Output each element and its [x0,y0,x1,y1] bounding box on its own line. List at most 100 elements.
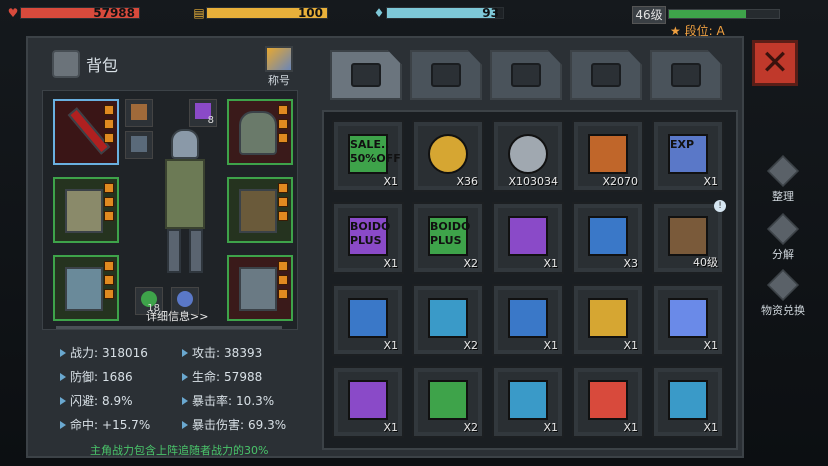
triangle-icon [182,372,188,381]
item-label: PLUS [430,234,462,247]
inventory-slot[interactable]: X1 [492,202,564,274]
pants-slot[interactable] [227,255,293,321]
exchange-label: 物资兑换 [761,304,805,317]
stat-value: 57988 [224,369,263,384]
inventory-slot[interactable]: X2070 [572,120,644,192]
item-count: X1 [623,339,638,352]
character-leg [189,229,203,273]
inventory-slot[interactable]: X1 [332,284,404,356]
exchange-icon [767,269,799,301]
inventory-slot[interactable]: X1 [572,366,644,438]
game-screen: ♥ 57988 ▤ 100 ♦ 93 46级 ★ 段位: A 背包 称号 8 1… [0,0,828,466]
gloves-icon [239,189,277,233]
energy-bar: 100 [206,6,328,20]
stat-value: 38393 [224,345,263,360]
level-label: 46级 [632,6,666,24]
inventory-slot[interactable]: BOIDO PLUS X1 [332,202,404,274]
green-device-icon [428,380,468,420]
energy-stat: ▤ 100 [192,6,328,20]
armor-slot[interactable] [53,177,119,243]
tab-medkit[interactable] [410,50,482,100]
inventory-slot[interactable]: X2 [412,284,484,356]
inventory-slot[interactable]: X36 [412,120,484,192]
gem-icon [104,119,114,129]
status-bar: ♥ 57988 ▤ 100 ♦ 93 46级 ★ 段位: A [0,0,828,38]
water-drop-icon: ♦ [373,6,385,20]
xp-fill [669,10,746,18]
electric-grenade-icon [668,298,708,338]
accessory-slot[interactable] [125,99,153,127]
item-label: SALE.. [350,138,390,151]
detail-info-link[interactable]: 详细信息>> [146,308,208,324]
blue-device-icon [348,298,388,338]
inventory-slot[interactable]: EXP X1 [652,120,724,192]
hp-bar: 57988 [20,6,140,20]
inventory-slot[interactable]: 40级! [652,200,726,274]
decompose-icon [767,213,799,245]
gem-icon [104,211,114,221]
gem-icon [104,133,114,143]
tab-material[interactable] [650,50,722,100]
chip-slot[interactable]: 8 [189,99,217,127]
inventory-slot[interactable]: X1 [492,284,564,356]
helmet-slot[interactable] [227,99,293,165]
backpack-icon [351,63,381,87]
tab-weapon[interactable] [570,50,642,100]
gloves-slot[interactable] [227,177,293,243]
stat-label: 战力: [70,346,99,360]
inventory-slot[interactable]: BOIDO PLUS X2 [412,202,484,274]
inventory-slot[interactable]: X1 [652,366,724,438]
decompose-button[interactable]: 分解 [756,213,810,262]
stat-value: 8.9% [102,393,133,408]
character-head [171,129,199,159]
title-button-label: 称号 [268,74,290,87]
backpack-icon [52,50,80,78]
stat-value: 318016 [102,345,148,360]
triangle-icon [182,396,188,405]
exchange-button[interactable]: 物资兑换 [756,269,810,318]
stat-value: 69.3% [248,417,287,432]
inventory-slot[interactable]: X103034 [492,120,564,192]
character-section: 背包 称号 8 18 详细信息>> 战力: 318016 攻击: 38393 防… [36,40,304,457]
gem-icon [278,105,288,115]
grid-icon [767,155,799,187]
item-count: X36 [456,175,478,188]
inventory-slot[interactable]: X1 [572,284,644,356]
gem-icon [278,289,288,299]
title-button[interactable]: 称号 [262,46,296,88]
triangle-icon [182,348,188,357]
inventory-slot[interactable]: SALE.. 50%OFF X1 [332,120,404,192]
pants-icon [239,267,277,311]
close-button[interactable]: ✕ [752,40,798,86]
item-count: X1 [543,421,558,434]
purple-crate-icon [508,216,548,256]
item-label: BOIDO [430,220,471,233]
sort-button[interactable]: 整理 [756,155,810,204]
stat-row: 战力: 318016 [60,344,148,361]
inventory-slot[interactable]: X1 [332,366,404,438]
armor-icon [511,63,541,87]
item-count: X1 [383,421,398,434]
weapon-slot[interactable] [53,99,119,165]
gear-part-icon [131,104,147,120]
gem-icon [278,211,288,221]
boots-slot[interactable] [53,255,119,321]
inventory-slot[interactable]: X1 [652,284,724,356]
item-count: X3 [623,257,638,270]
tab-armor[interactable] [490,50,562,100]
item-count: X1 [703,339,718,352]
inventory-slot[interactable]: X3 [572,202,644,274]
decompose-label: 分解 [772,248,794,261]
rifle-icon [668,216,708,256]
water-bar: 93 [386,6,504,20]
inventory-slot[interactable]: X2 [412,366,484,438]
stat-label: 生命: [192,370,221,384]
stat-label: 攻击: [192,346,221,360]
inventory-slot[interactable]: X1 [492,366,564,438]
item-count: X1 [383,257,398,270]
title-badge-icon [265,46,293,72]
power-hint: 主角战力包含上阵追随者战力的30% [90,444,269,457]
notification-badge: ! [714,200,726,212]
tab-backpack[interactable] [330,50,402,100]
stat-label: 防御: [70,370,99,384]
